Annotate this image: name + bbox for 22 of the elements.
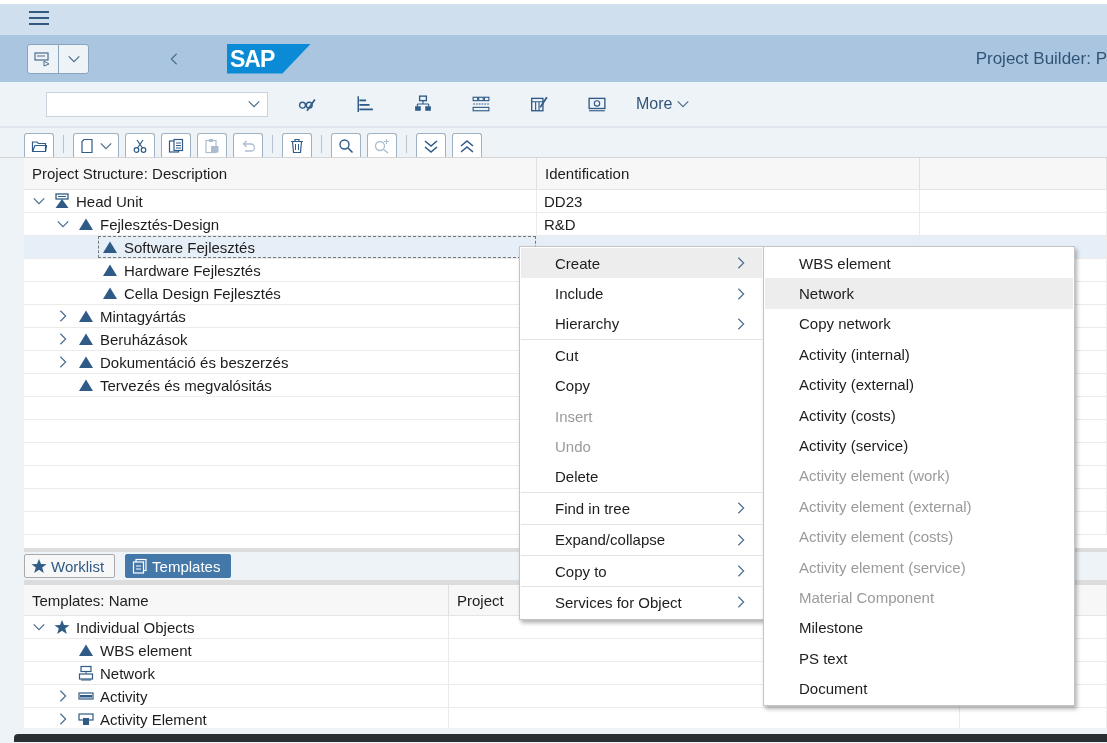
tree-item-label: Cella Design Fejlesztés bbox=[124, 284, 281, 302]
tree-item-label: Software Fejlesztés bbox=[124, 238, 255, 256]
tree-item-label: Activity bbox=[100, 687, 148, 705]
tree-item-label: Individual Objects bbox=[76, 618, 195, 636]
tree-item-label: Activity Element bbox=[100, 710, 207, 728]
tree-item-label: Hardware Fejlesztés bbox=[124, 261, 261, 279]
tree-item-label: Dokumentáció és beszerzés bbox=[100, 353, 289, 371]
table-cell: R&D bbox=[544, 215, 576, 233]
tree-item-label: Beruházások bbox=[100, 330, 188, 348]
column-header: Identification bbox=[545, 165, 630, 182]
tree-item-label: Fejlesztés-Design bbox=[100, 215, 220, 233]
tree-item-label: Head Unit bbox=[76, 192, 143, 210]
column-header: Project Structure: Description bbox=[32, 165, 228, 182]
tree-item-label: Tervezés és megvalósitás bbox=[100, 376, 272, 394]
tree-item-label: Mintagyártás bbox=[100, 307, 186, 325]
column-header: Templates: Name bbox=[32, 591, 149, 609]
logo: SAP bbox=[227, 43, 311, 74]
tree-item-label: WBS element bbox=[100, 641, 192, 659]
table-cell: DD23 bbox=[544, 192, 583, 210]
window-title: Project Builder: P bbox=[975, 48, 1107, 69]
column-header: Project bbox=[457, 591, 504, 609]
tree-item-label: Network bbox=[100, 664, 155, 682]
